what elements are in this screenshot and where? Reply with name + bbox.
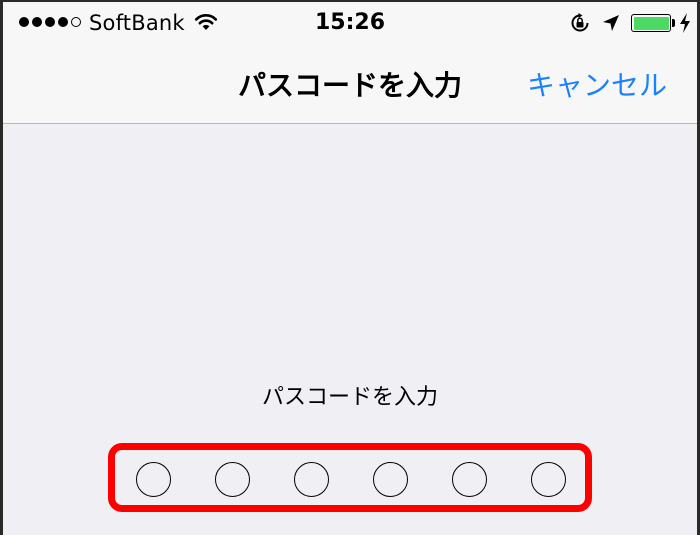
passcode-entry[interactable]	[136, 462, 566, 497]
cancel-button[interactable]: キャンセル	[527, 64, 667, 104]
passcode-prompt: パスコードを入力	[261, 385, 438, 410]
battery-cap	[672, 19, 675, 27]
passcode-dot	[215, 462, 250, 497]
passcode-dot	[452, 462, 487, 497]
passcode-dot	[136, 462, 171, 497]
status-time: 15:26	[314, 10, 386, 35]
battery-level	[633, 16, 669, 30]
passcode-dot	[373, 462, 408, 497]
charging-bolt-icon	[680, 13, 690, 33]
status-bar: SoftBank 15:26	[3, 2, 697, 46]
top-chrome: SoftBank 15:26 パスコードを入力 キャンセル	[3, 2, 697, 124]
battery-icon	[631, 14, 671, 32]
location-arrow-icon	[603, 15, 619, 31]
screen: SoftBank 15:26 パスコードを入力 キャンセル パスコードを入力	[0, 0, 700, 535]
rotation-lock-icon	[571, 13, 589, 32]
passcode-dot	[294, 462, 329, 497]
passcode-dot	[531, 462, 566, 497]
